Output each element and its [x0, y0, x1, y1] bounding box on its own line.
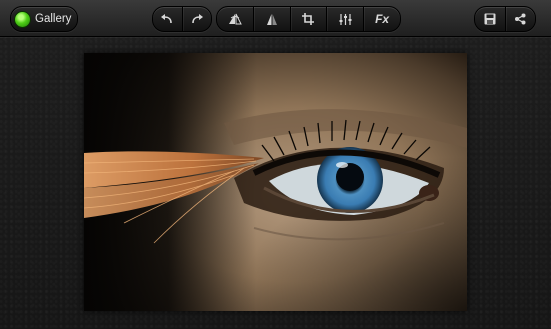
redo-button[interactable] — [181, 7, 212, 31]
undo-redo-group — [152, 6, 212, 32]
adjust-sliders-icon — [339, 13, 352, 25]
adjust-button[interactable] — [326, 7, 363, 31]
eye-photo — [84, 53, 467, 311]
undo-button[interactable] — [153, 7, 182, 31]
gallery-button[interactable]: Gallery — [10, 6, 78, 32]
share-icon — [515, 13, 526, 25]
gallery-label: Gallery — [35, 13, 72, 25]
straighten-icon — [228, 13, 242, 25]
save-share-group — [474, 6, 536, 32]
photo-canvas[interactable] — [84, 53, 467, 311]
redo-icon — [191, 14, 203, 24]
crop-button[interactable] — [289, 7, 327, 31]
save-disk-icon — [484, 13, 496, 25]
gallery-icon — [15, 11, 30, 27]
save-button[interactable] — [475, 7, 505, 31]
crop-icon — [302, 13, 315, 25]
fx-label: Fx — [375, 12, 390, 26]
edit-tools-group: Fx — [216, 6, 401, 32]
mirror-flip-icon — [266, 13, 277, 25]
share-button[interactable] — [504, 7, 536, 31]
fx-button[interactable]: Fx — [363, 7, 400, 31]
undo-icon — [161, 14, 173, 24]
top-toolbar: Gallery Fx — [0, 0, 551, 37]
straighten-button[interactable] — [217, 7, 253, 31]
mirror-button[interactable] — [252, 7, 290, 31]
